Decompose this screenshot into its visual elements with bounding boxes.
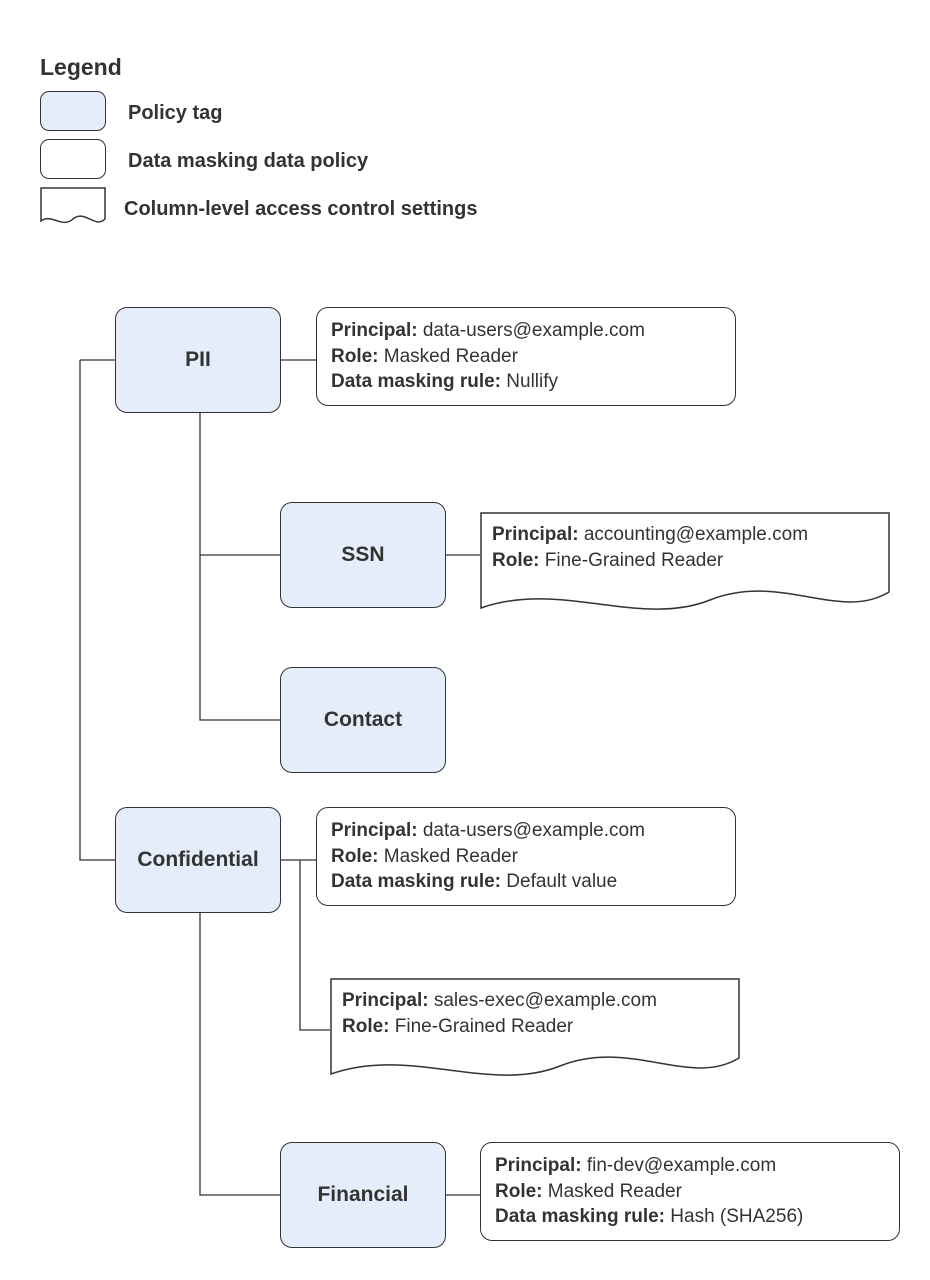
tag-label: Financial	[317, 1183, 408, 1207]
value-role: Fine-Grained Reader	[545, 550, 723, 571]
acl-settings-icon	[40, 187, 106, 231]
value-principal: sales-exec@example.com	[434, 990, 657, 1011]
data-policy-financial: Principal: fin-dev@example.com Role: Mas…	[480, 1142, 900, 1241]
tag-label: Confidential	[137, 848, 258, 872]
acl-ssn: Principal: accounting@example.com Role: …	[480, 512, 890, 622]
policy-tag-confidential: Confidential	[115, 807, 281, 913]
label-principal: Principal:	[342, 990, 429, 1011]
value-role: Masked Reader	[384, 346, 518, 367]
legend: Legend Policy tag Data masking data poli…	[40, 54, 477, 235]
label-principal: Principal:	[495, 1155, 582, 1176]
policy-tag-pii: PII	[115, 307, 281, 413]
value-principal: data-users@example.com	[423, 820, 645, 841]
value-rule: Hash (SHA256)	[670, 1206, 803, 1227]
label-principal: Principal:	[492, 524, 579, 545]
label-principal: Principal:	[331, 320, 418, 341]
policy-tag-ssn: SSN	[280, 502, 446, 608]
value-rule: Nullify	[506, 371, 558, 392]
label-rule: Data masking rule:	[331, 371, 501, 392]
legend-label: Data masking data policy	[128, 150, 368, 173]
legend-label: Policy tag	[128, 102, 222, 125]
label-role: Role:	[331, 346, 379, 367]
legend-row-acl: Column-level access control settings	[40, 187, 477, 231]
data-policy-confidential: Principal: data-users@example.com Role: …	[316, 807, 736, 906]
label-rule: Data masking rule:	[495, 1206, 665, 1227]
label-role: Role:	[492, 550, 540, 571]
legend-row-policy-tag: Policy tag	[40, 91, 477, 135]
policy-tag-financial: Financial	[280, 1142, 446, 1248]
value-role: Fine-Grained Reader	[395, 1016, 573, 1037]
label-principal: Principal:	[331, 820, 418, 841]
value-role: Masked Reader	[384, 846, 518, 867]
value-principal: fin-dev@example.com	[587, 1155, 776, 1176]
value-role: Masked Reader	[548, 1181, 682, 1202]
acl-confidential: Principal: sales-exec@example.com Role: …	[330, 978, 740, 1088]
data-policy-pii: Principal: data-users@example.com Role: …	[316, 307, 736, 406]
tag-label: PII	[185, 348, 211, 372]
legend-row-data-policy: Data masking data policy	[40, 139, 477, 183]
tag-label: SSN	[341, 543, 384, 567]
value-principal: data-users@example.com	[423, 320, 645, 341]
value-principal: accounting@example.com	[584, 524, 808, 545]
label-rule: Data masking rule:	[331, 871, 501, 892]
legend-title: Legend	[40, 54, 477, 81]
label-role: Role:	[495, 1181, 543, 1202]
label-role: Role:	[331, 846, 379, 867]
policy-tag-contact: Contact	[280, 667, 446, 773]
data-policy-icon	[40, 139, 110, 183]
value-rule: Default value	[506, 871, 617, 892]
tag-label: Contact	[324, 708, 402, 732]
legend-label: Column-level access control settings	[124, 198, 477, 221]
policy-tag-icon	[40, 91, 110, 135]
label-role: Role:	[342, 1016, 390, 1037]
